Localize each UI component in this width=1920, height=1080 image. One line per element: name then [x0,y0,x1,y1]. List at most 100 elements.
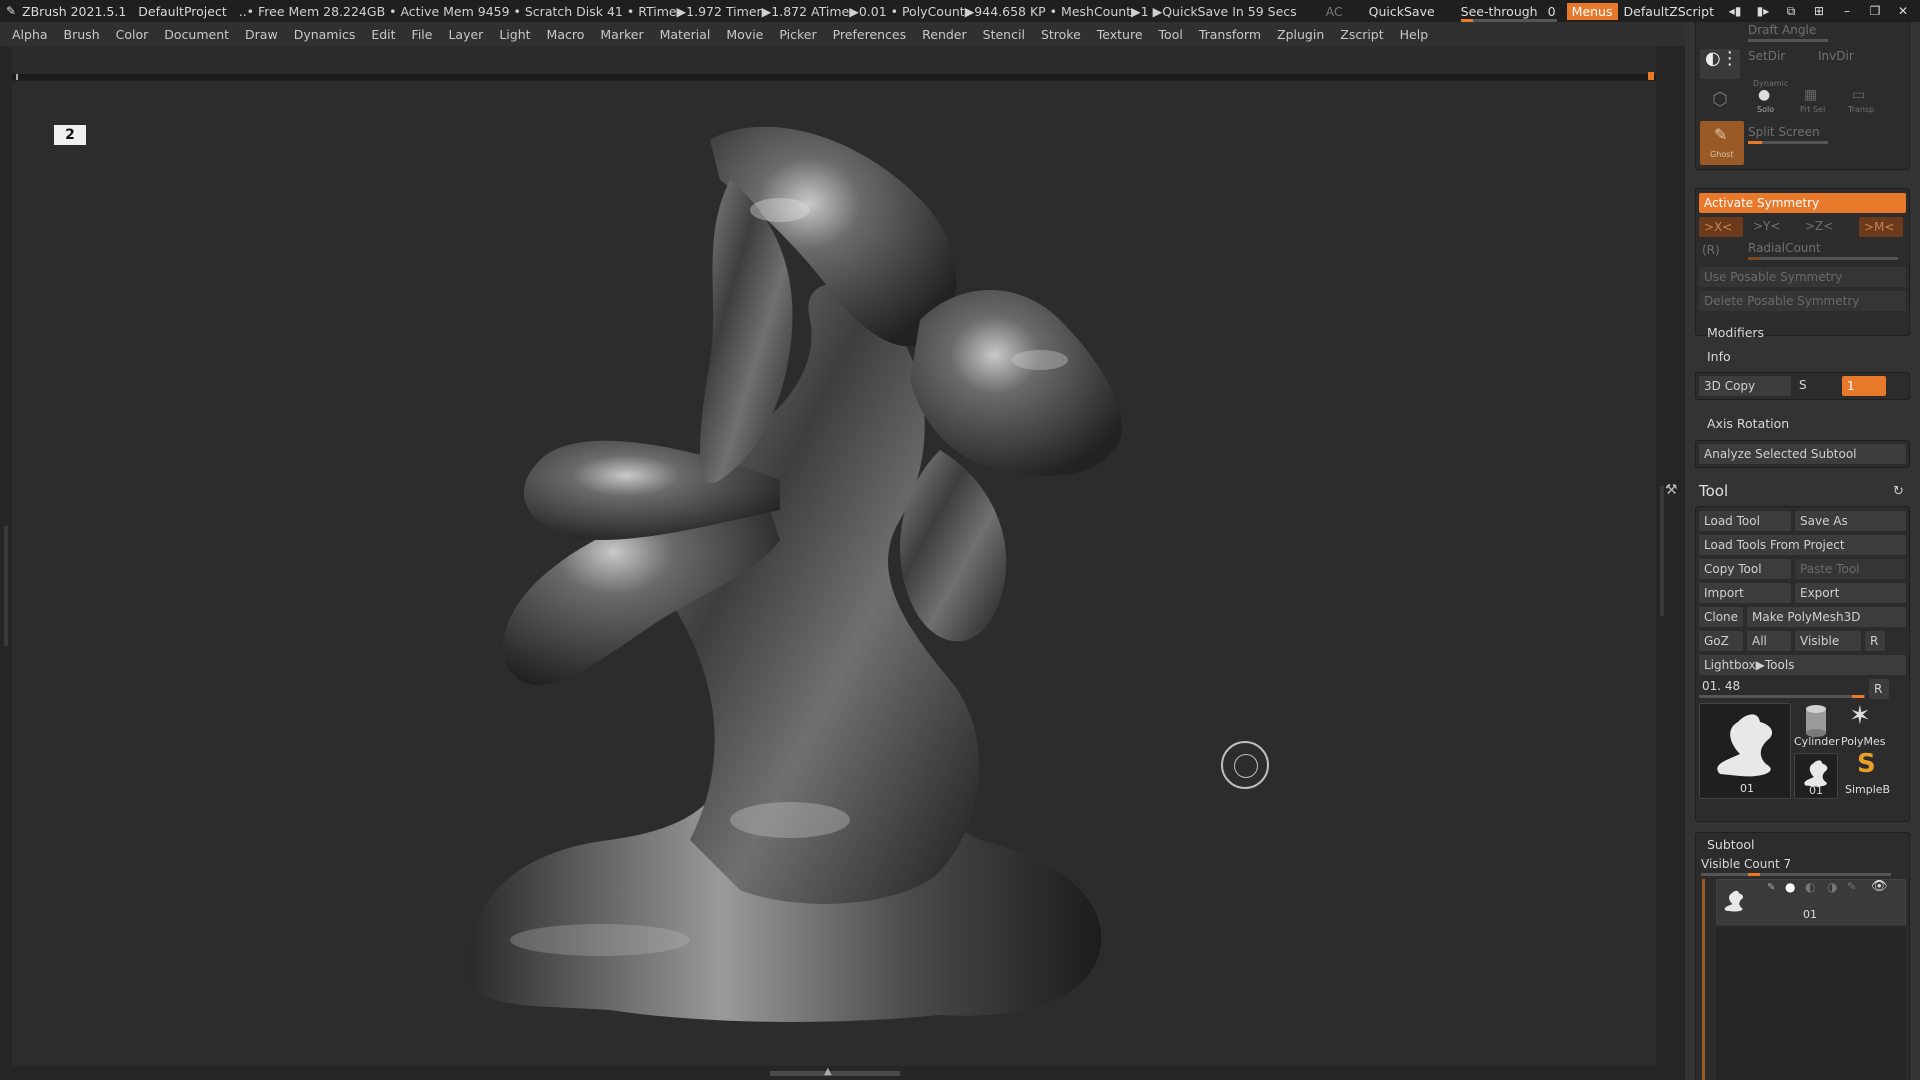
delete-posable-symmetry-button[interactable]: Delete Posable Symmetry [1699,291,1906,311]
radial-count-track[interactable] [1748,257,1898,260]
symmetry-m-button[interactable]: >M< [1859,217,1903,237]
draft-angle-label[interactable]: Draft Angle [1748,23,1816,37]
tool-slider-r-button[interactable]: R [1869,679,1889,699]
tool-thumbnail-main[interactable]: 01 [1699,703,1791,799]
load-tool-button[interactable]: Load Tool [1699,511,1791,531]
ghost-button[interactable]: ✎ Ghost [1700,121,1744,165]
restore-icon[interactable]: ❐ [1864,3,1886,19]
3d-copy-button[interactable]: 3D Copy [1699,376,1791,396]
goz-all-button[interactable]: All [1747,631,1791,651]
quicksave-button[interactable]: QuickSave [1369,4,1435,19]
left-tray-edge[interactable] [0,46,12,1080]
bottom-tray-grip[interactable] [770,1071,900,1076]
menu-material[interactable]: Material [660,27,711,42]
right-tray-grip[interactable] [1660,486,1664,616]
expand-up-icon[interactable]: ▲ [824,1066,832,1077]
transp-icon[interactable]: ▭ [1852,87,1865,103]
clone-button[interactable]: Clone [1699,607,1743,627]
3d-copy-value-input[interactable]: 1 [1842,376,1886,396]
invdir-button[interactable]: InvDir [1818,49,1854,63]
bottom-tray-edge[interactable]: ▲ [0,1066,1685,1080]
make-polymesh3d-button[interactable]: Make PolyMesh3D [1747,607,1906,627]
menu-macro[interactable]: Macro [547,27,585,42]
menu-color[interactable]: Color [116,27,149,42]
right-tray-edge[interactable]: ⚒ [1656,46,1685,1080]
ac-toggle[interactable]: AC [1326,4,1343,19]
goz-visible-button[interactable]: Visible [1795,631,1861,651]
tray-left-icon[interactable]: ◂▮ [1724,3,1746,19]
menu-transform[interactable]: Transform [1199,27,1261,42]
sculpt-model-viewport[interactable] [460,120,1140,1030]
left-tray-grip[interactable] [4,526,8,646]
load-tools-from-project-button[interactable]: Load Tools From Project [1699,535,1906,555]
activate-symmetry-button[interactable]: Activate Symmetry [1699,193,1906,213]
menu-help[interactable]: Help [1400,27,1429,42]
subtool-item[interactable]: ✎ ● ◐ ◑ ✎ 👁 01 [1716,879,1906,925]
menu-movie[interactable]: Movie [726,27,763,42]
layout-icon[interactable]: ⧉ [1780,3,1802,19]
tool-thumbnail-simplebrush[interactable]: S SimpleB [1841,749,1907,799]
default-zscript-button[interactable]: DefaultZScript [1624,4,1715,19]
visible-count-track[interactable] [1701,873,1891,876]
menu-dynamics[interactable]: Dynamics [294,27,356,42]
lightbox-tools-button[interactable]: Lightbox▶Tools [1699,655,1906,675]
solo-icon[interactable]: ● [1758,87,1770,103]
see-through-slider[interactable]: See-through 0 [1460,4,1557,22]
window-arrange-icon[interactable]: ⊞ [1808,3,1830,19]
minimize-icon[interactable]: – [1836,3,1858,19]
subtool-section-title[interactable]: Subtool [1707,837,1754,852]
menu-render[interactable]: Render [922,27,967,42]
modifiers-section[interactable]: Modifiers [1707,325,1764,340]
menu-stroke[interactable]: Stroke [1041,27,1081,42]
menu-draw[interactable]: Draw [245,27,278,42]
menus-toggle[interactable]: Menus [1566,2,1618,20]
radial-count-label[interactable]: RadialCount [1748,241,1821,255]
close-icon[interactable]: ✕ [1892,3,1914,19]
menu-document[interactable]: Document [164,27,229,42]
tool-slider-track[interactable] [1699,695,1865,698]
menu-texture[interactable]: Texture [1097,27,1143,42]
tool-thumbnail-cylinder[interactable]: Cylinder [1794,703,1840,751]
goz-r-button[interactable]: R [1865,631,1885,651]
floor-toggle-button[interactable]: ◐⋮ [1700,49,1740,79]
symmetry-y-button[interactable]: >Y< [1753,219,1780,233]
cube-icon[interactable]: ⬡ [1712,89,1728,110]
menu-layer[interactable]: Layer [448,27,483,42]
menu-tool[interactable]: Tool [1159,27,1183,42]
info-section[interactable]: Info [1707,349,1731,364]
paste-tool-button[interactable]: Paste Tool [1795,559,1906,579]
subtool-solo-icon[interactable]: ✎ [1847,880,1856,893]
subtool-ghost-icon[interactable]: ◑ [1827,880,1837,894]
menu-file[interactable]: File [412,27,433,42]
split-screen-label[interactable]: Split Screen [1748,125,1820,139]
menu-marker[interactable]: Marker [600,27,643,42]
analyze-selected-subtool-button[interactable]: Analyze Selected Subtool [1699,444,1906,464]
menu-zplugin[interactable]: Zplugin [1277,27,1324,42]
subtool-brush-icon[interactable]: ✎ [1767,882,1775,893]
palette-reset-icon[interactable]: ↻ [1893,484,1904,499]
radial-r-button[interactable]: (R) [1702,243,1720,257]
export-button[interactable]: Export [1795,583,1906,603]
symmetry-x-button[interactable]: >X< [1699,217,1743,237]
tray-right-icon[interactable]: ▮▸ [1752,3,1774,19]
menu-edit[interactable]: Edit [371,27,395,42]
navigation-badge-icon[interactable]: 2 [54,125,86,145]
menu-stencil[interactable]: Stencil [983,27,1025,42]
save-as-button[interactable]: Save As [1795,511,1906,531]
axis-rotation-section[interactable]: Axis Rotation [1707,416,1789,431]
import-button[interactable]: Import [1699,583,1791,603]
symmetry-z-button[interactable]: >Z< [1805,219,1833,233]
subtool-polypaint-icon[interactable]: ● [1785,880,1795,894]
subtool-eye-icon[interactable]: 👁 [1871,879,1888,894]
tool-thumbnail-small[interactable]: 01 [1794,753,1838,799]
project-name[interactable]: DefaultProject [138,4,226,19]
draft-angle-track[interactable] [1748,39,1828,42]
goz-button[interactable]: GoZ [1699,631,1743,651]
setdir-button[interactable]: SetDir [1748,49,1785,63]
use-posable-symmetry-button[interactable]: Use Posable Symmetry [1699,267,1906,287]
copy-tool-button[interactable]: Copy Tool [1699,559,1791,579]
frame-select-icon[interactable]: ▦ [1804,87,1817,103]
menu-picker[interactable]: Picker [779,27,816,42]
menu-preferences[interactable]: Preferences [833,27,907,42]
menu-alpha[interactable]: Alpha [12,27,48,42]
